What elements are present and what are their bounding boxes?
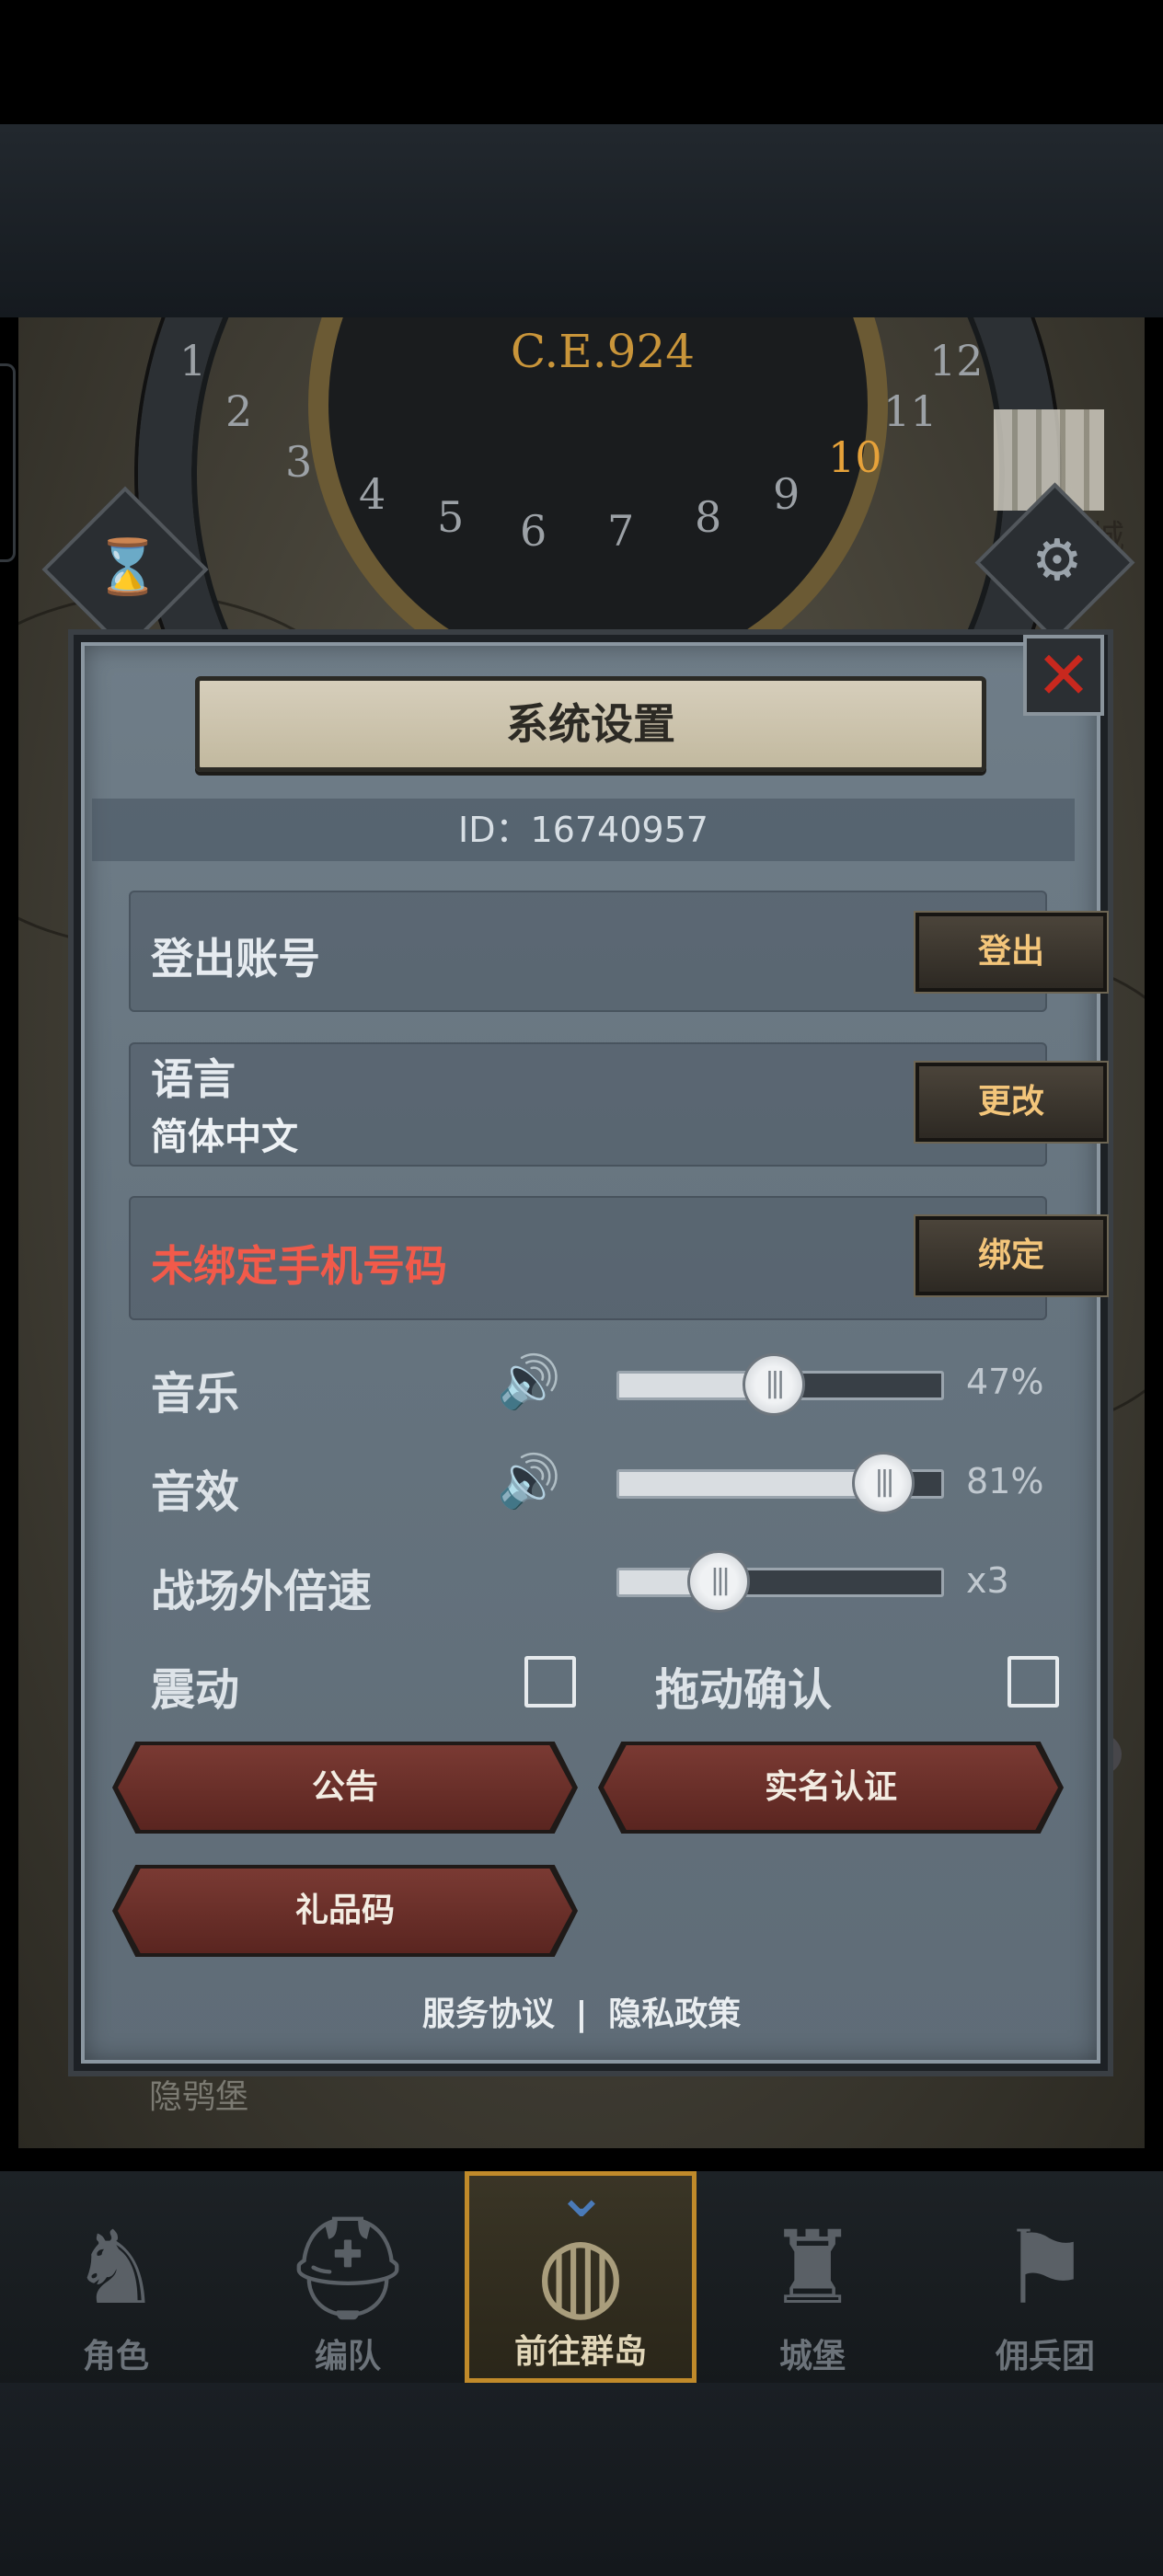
dial-number: 7 (607, 506, 635, 556)
service-agreement-link[interactable]: 服务协议 (422, 1995, 555, 2033)
sfx-percent: 81% (966, 1461, 1044, 1501)
realname-verify-button[interactable]: 实名认证 (604, 1745, 1058, 1830)
logout-row: 登出账号 登出 (129, 891, 1107, 1012)
language-row: 语言 简体中文 更改 (129, 1042, 1107, 1167)
music-slider-handle[interactable]: ||| (742, 1353, 805, 1416)
logout-button[interactable]: 登出 (915, 913, 1107, 992)
dial-number: 6 (520, 506, 547, 556)
bottom-band (0, 2383, 1163, 2576)
dial-number: 1 (179, 336, 207, 385)
phone-unbound-label: 未绑定手机号码 (151, 1241, 447, 1291)
sfx-slider-handle[interactable]: ||| (851, 1452, 915, 1514)
language-label: 语言 (151, 1054, 236, 1104)
vibrate-label: 震动 (151, 1664, 240, 1716)
chevron-down-icon: ⌄ (554, 2156, 609, 2232)
dialog-title: 系统设置 (195, 676, 986, 772)
dial-number: 2 (225, 386, 253, 436)
drag-confirm-label: 拖动确认 (655, 1664, 833, 1716)
logout-label: 登出账号 (151, 934, 320, 983)
music-slider[interactable]: ||| (616, 1353, 944, 1416)
nav-label: 前往群岛 (513, 2333, 647, 2371)
nav-item-castle[interactable]: ♜ 城堡 (697, 2171, 928, 2383)
dial-number: 9 (773, 469, 800, 519)
dial-number: 3 (285, 437, 313, 487)
nav-label: 编队 (314, 2338, 381, 2375)
change-language-button[interactable]: 更改 (915, 1063, 1107, 1142)
nav-label: 城堡 (778, 2338, 846, 2375)
privacy-policy-link[interactable]: 隐私政策 (608, 1995, 741, 2033)
side-edge-tab[interactable] (0, 363, 16, 562)
dial-number: 12 (929, 336, 984, 385)
knight-icon: ♞ (70, 2209, 162, 2327)
phone-row: 未绑定手机号码 绑定 (129, 1196, 1107, 1320)
close-x-icon[interactable]: ✕ (1023, 635, 1104, 716)
vibrate-checkbox[interactable] (524, 1656, 576, 1708)
map-location-label[interactable]: 隐鸮堡 (149, 2070, 248, 2118)
dial-number: 8 (695, 492, 722, 542)
banner-icon: ⚑ (999, 2209, 1091, 2327)
nav-label: 角色 (82, 2338, 149, 2375)
dial-number-current: 10 (828, 432, 882, 482)
nav-item-formation[interactable]: ⛑ 编队 (232, 2171, 464, 2383)
link-separator: | (575, 1995, 588, 2033)
speed-slider[interactable]: ||| (616, 1550, 944, 1613)
dial-number: 11 (883, 386, 938, 436)
hourglass-icon: ⌛ (94, 535, 161, 599)
top-header-band (0, 124, 1163, 317)
sfx-label: 音效 (151, 1466, 240, 1518)
drag-confirm-checkbox[interactable] (1008, 1656, 1059, 1708)
music-label: 音乐 (151, 1368, 240, 1420)
year-label: C.E.924 (510, 325, 696, 378)
speed-value: x3 (966, 1560, 1009, 1601)
speed-label: 战场外倍速 (151, 1566, 373, 1617)
top-black-band (0, 0, 1163, 124)
language-value: 简体中文 (151, 1116, 298, 1158)
dial-number: 4 (359, 469, 386, 519)
nav-item-character[interactable]: ♞ 角色 (0, 2171, 232, 2383)
music-percent: 47% (966, 1362, 1044, 1402)
speed-slider-handle[interactable]: ||| (687, 1550, 750, 1613)
policy-links: 服务协议 | 隐私政策 (0, 1987, 1163, 2035)
helmet-icon: ⛑ (283, 2209, 412, 2327)
music-speaker-icon[interactable]: 🔊 (497, 1351, 570, 1415)
gear-icon: ⚙ (1031, 526, 1083, 594)
player-id: ID：16740957 (92, 799, 1075, 861)
notice-button[interactable]: 公告 (118, 1745, 572, 1830)
bind-phone-button[interactable]: 绑定 (915, 1216, 1107, 1295)
castle-icon: ♜ (766, 2209, 858, 2327)
dial-number: 5 (437, 492, 465, 542)
nav-label: 佣兵团 (995, 2338, 1095, 2375)
sfx-slider[interactable]: ||| (616, 1452, 944, 1514)
sfx-slider-fill (619, 1472, 881, 1496)
gift-code-button[interactable]: 礼品码 (118, 1869, 572, 1953)
nav-item-mercenary[interactable]: ⚑ 佣兵团 (929, 2171, 1161, 2383)
sfx-speaker-icon[interactable]: 🔊 (497, 1450, 570, 1514)
